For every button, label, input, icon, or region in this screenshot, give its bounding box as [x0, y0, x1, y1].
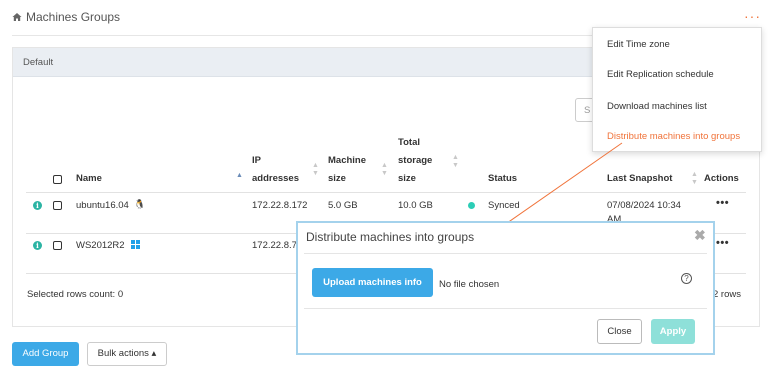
ip-address: 172.22.8.7: [252, 240, 297, 251]
windows-icon: [131, 240, 140, 249]
options-menu: Edit Time zone Edit Replication schedule…: [592, 27, 762, 152]
page-title-text: Machines Groups: [26, 10, 121, 24]
page-title: Machines Groups: [12, 10, 120, 24]
bulk-actions-button[interactable]: Bulk actions ▴: [87, 342, 167, 366]
group-name: Default: [23, 57, 54, 68]
menu-item-edit-replication-schedule[interactable]: Edit Replication schedule: [607, 69, 714, 80]
machine-name[interactable]: ubuntu16.04: [76, 200, 129, 211]
row-checkbox[interactable]: [53, 241, 62, 250]
rows-count: 2 rows: [713, 289, 741, 300]
last-snapshot: 07/08/2024 10:34: [607, 200, 681, 211]
row-actions-button[interactable]: •••: [716, 237, 729, 249]
add-group-button[interactable]: Add Group: [12, 342, 79, 366]
info-icon[interactable]: i: [33, 201, 42, 210]
column-header-machine-size[interactable]: Machine size: [328, 152, 366, 188]
apply-button[interactable]: Apply: [651, 319, 695, 344]
column-header-name[interactable]: Name: [76, 170, 102, 188]
modal-divider: [304, 253, 707, 254]
row-checkbox[interactable]: [53, 201, 62, 210]
sort-asc-icon[interactable]: ▲: [236, 172, 243, 180]
column-header-total-storage[interactable]: Total storage size: [398, 134, 432, 188]
menu-item-distribute-machines[interactable]: Distribute machines into groups: [607, 131, 740, 142]
menu-item-edit-time-zone[interactable]: Edit Time zone: [607, 39, 670, 50]
distribute-modal: Distribute machines into groups ✖ Upload…: [296, 221, 715, 355]
header-divider: [26, 192, 746, 193]
machine-name[interactable]: WS2012R2: [76, 240, 125, 251]
modal-divider: [304, 308, 707, 309]
help-icon[interactable]: ?: [681, 273, 692, 284]
machine-size: 5.0 GB: [328, 200, 358, 211]
status-dot-icon: [468, 202, 475, 209]
column-header-ip[interactable]: IP addresses: [252, 152, 299, 188]
row-actions-button[interactable]: •••: [716, 197, 729, 209]
file-status: No file chosen: [439, 279, 500, 290]
more-options-button[interactable]: ···: [744, 8, 761, 24]
close-button[interactable]: Close: [597, 319, 642, 344]
sort-icon[interactable]: ▲ ▼: [691, 171, 698, 187]
column-header-actions: Actions: [704, 173, 739, 184]
upload-machines-info-button[interactable]: Upload machines info: [312, 268, 433, 297]
info-icon[interactable]: i: [33, 241, 42, 250]
selected-rows-count: Selected rows count: 0: [27, 289, 124, 300]
ip-address: 172.22.8.172: [252, 200, 308, 211]
modal-title: Distribute machines into groups: [306, 230, 475, 244]
menu-item-download-machines-list[interactable]: Download machines list: [607, 101, 707, 112]
linux-icon: 🐧: [134, 199, 146, 209]
close-icon[interactable]: ✖: [694, 227, 706, 244]
home-icon: [12, 12, 22, 22]
column-header-status[interactable]: Status: [488, 170, 517, 188]
sort-icon[interactable]: ▲ ▼: [381, 162, 388, 178]
total-storage-size: 10.0 GB: [398, 200, 433, 211]
select-all-checkbox[interactable]: [53, 175, 62, 184]
status-text: Synced: [488, 200, 520, 211]
sort-icon[interactable]: ▲ ▼: [452, 154, 459, 170]
column-header-last-snapshot[interactable]: Last Snapshot: [607, 170, 672, 188]
sort-icon[interactable]: ▲ ▼: [312, 162, 319, 178]
